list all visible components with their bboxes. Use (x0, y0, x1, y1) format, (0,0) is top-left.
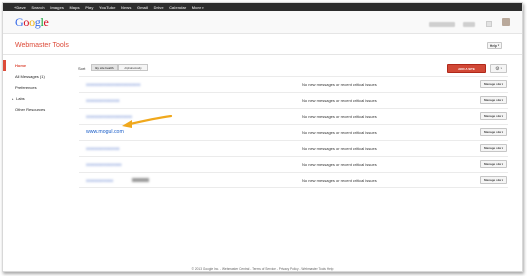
site-url-redacted[interactable]: xxxxxxxxxxxxx (86, 178, 113, 183)
site-status: No new messages or recent critical issue… (302, 178, 377, 183)
settings-button[interactable]: ⚙ ▾ (490, 64, 507, 73)
notifications-icon[interactable] (486, 21, 492, 27)
manage-site-button[interactable]: Manage site (480, 176, 507, 184)
google-logo[interactable]: Google (15, 16, 49, 28)
site-status: No new messages or recent critical issue… (302, 82, 377, 87)
nav-calendar[interactable]: Calendar (169, 5, 186, 10)
account-name-redacted[interactable] (429, 22, 455, 27)
chevron-down-icon: ▾ (500, 67, 502, 70)
site-row: xxxxxxxxxxxxxxxx No new messages or rece… (79, 140, 508, 156)
manage-site-button[interactable]: Manage site (480, 144, 507, 152)
manage-site-button[interactable]: Manage site (480, 160, 507, 168)
redacted-label (132, 178, 149, 182)
nav-search[interactable]: Search (31, 5, 44, 10)
nav-play[interactable]: Play (85, 5, 93, 10)
nav-news[interactable]: News (121, 5, 131, 10)
site-row: xxxxxxxxxxxxxxxxxxxxxxxxxx No new messag… (79, 76, 508, 92)
annotation-arrow-icon (122, 115, 173, 128)
site-list: xxxxxxxxxxxxxxxxxxxxxxxxxx No new messag… (79, 76, 508, 188)
site-row: xxxxxxxxxxxxxxxx No new messages or rece… (79, 92, 508, 108)
site-row: xxxxxxxxxxxxxxxxx No new messages or rec… (79, 156, 508, 172)
site-row: xxxxxxxxxxxxx No new messages or recent … (79, 172, 508, 188)
nav-images[interactable]: Images (50, 5, 64, 10)
site-status: No new messages or recent critical issue… (302, 146, 377, 151)
site-url-redacted[interactable]: xxxxxxxxxxxxxxxx (86, 98, 120, 103)
site-status: No new messages or recent critical issue… (302, 130, 377, 135)
sidebar: Home All Messages (1) Preferences Labs O… (3, 60, 65, 115)
nav-drive[interactable]: Drive (154, 5, 164, 10)
account-share-redacted[interactable] (463, 22, 475, 27)
nav-maps[interactable]: Maps (70, 5, 80, 10)
sort-alphabetically[interactable]: Alphabetically (118, 64, 148, 71)
google-top-bar: +Dave Search Images Maps Play YouTube Ne… (3, 3, 522, 11)
sidebar-item-preferences[interactable]: Preferences (3, 82, 65, 93)
sidebar-item-labs[interactable]: Labs (3, 93, 65, 104)
site-status: No new messages or recent critical issue… (302, 114, 377, 119)
nav-plus-dave[interactable]: +Dave (14, 5, 26, 10)
manage-site-button[interactable]: Manage site (480, 128, 507, 136)
sidebar-item-home[interactable]: Home (3, 60, 65, 71)
nav-gmail[interactable]: Gmail (137, 5, 148, 10)
page-footer: © 2013 Google Inc. - Webmaster Central -… (191, 267, 334, 271)
avatar[interactable] (502, 18, 510, 26)
app-title[interactable]: Webmaster Tools (15, 42, 69, 49)
gear-icon: ⚙ (495, 65, 500, 72)
site-url-link[interactable]: www.mogul.com (86, 129, 124, 135)
manage-site-button[interactable]: Manage site (480, 80, 507, 88)
sort-by-site-health[interactable]: By site health (91, 64, 118, 71)
site-status: No new messages or recent critical issue… (302, 162, 377, 167)
sort-label: Sort (78, 66, 86, 71)
manage-site-button[interactable]: Manage site (480, 112, 507, 120)
site-url-redacted[interactable]: xxxxxxxxxxxxxxxxxxxxxxxxxx (86, 82, 140, 87)
app-header (3, 34, 522, 55)
manage-site-button[interactable]: Manage site (480, 96, 507, 104)
sidebar-item-all-messages[interactable]: All Messages (1) (3, 71, 65, 82)
nav-more[interactable]: More (192, 5, 204, 10)
site-url-redacted[interactable]: xxxxxxxxxxxxxxxxx (86, 162, 122, 167)
browser-page: +Dave Search Images Maps Play YouTube Ne… (2, 2, 523, 272)
add-site-button[interactable]: ADD A SITE (447, 64, 486, 73)
site-status: No new messages or recent critical issue… (302, 98, 377, 103)
help-button[interactable]: Help (487, 42, 502, 49)
sidebar-item-other-resources[interactable]: Other Resources (3, 104, 65, 115)
site-url-redacted[interactable]: xxxxxxxxxxxxxxxx (86, 146, 120, 151)
nav-youtube[interactable]: YouTube (99, 5, 116, 10)
